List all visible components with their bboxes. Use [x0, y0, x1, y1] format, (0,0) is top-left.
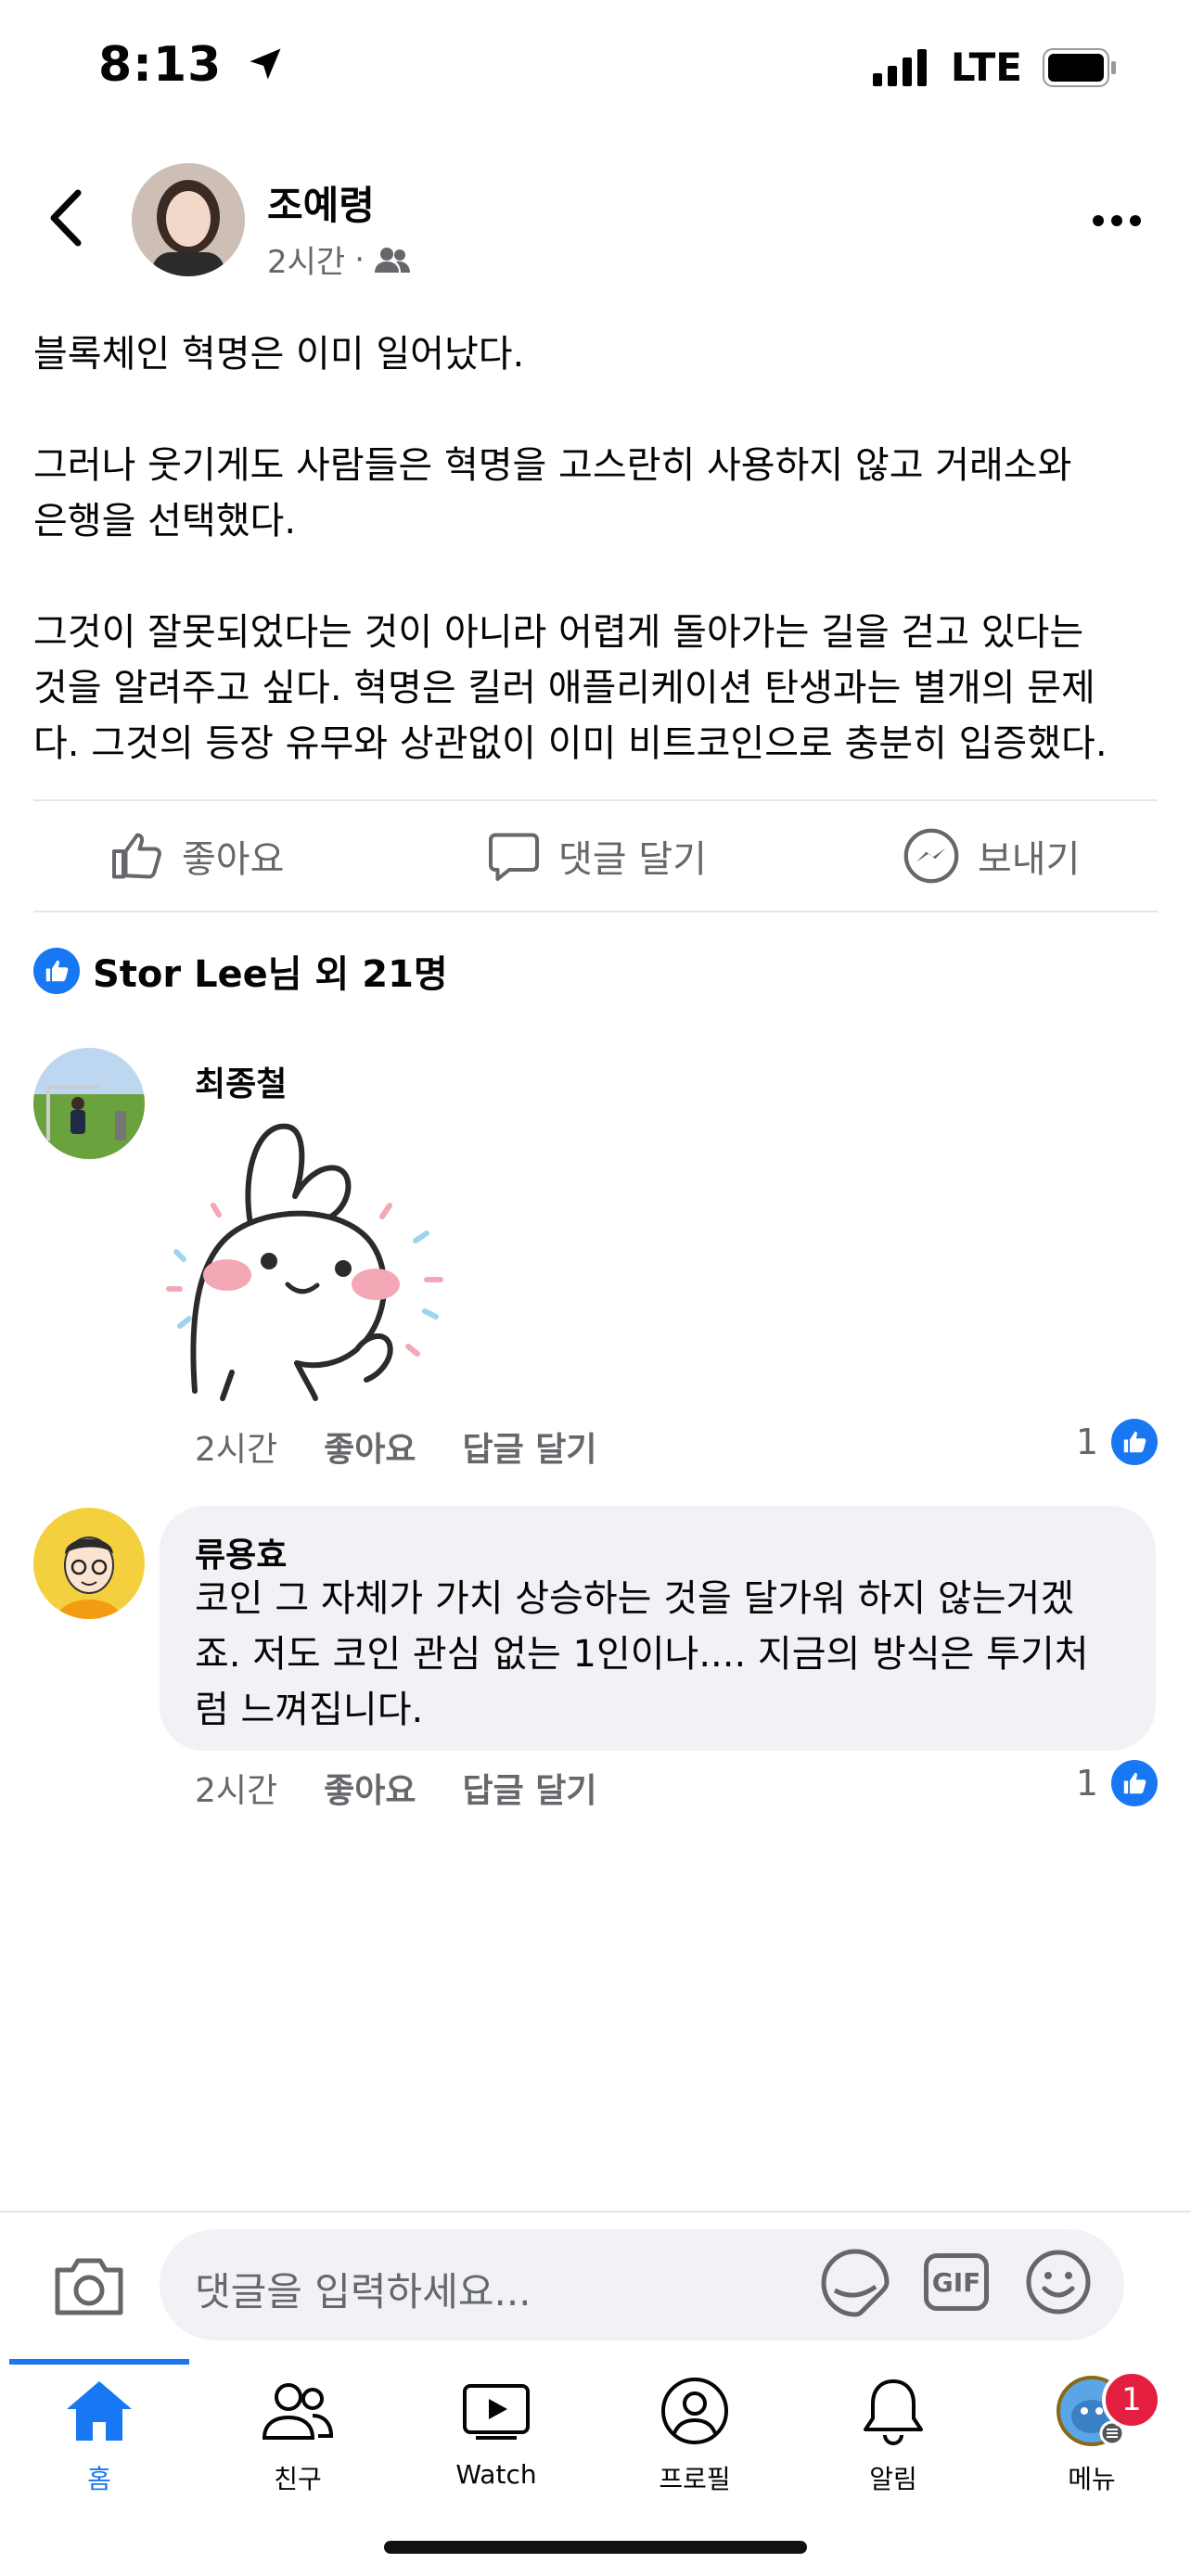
- commenter-name[interactable]: 류용효: [195, 1528, 287, 1576]
- post-line: 은행을 선택했다.: [33, 500, 297, 542]
- comment-line: 코인 그 자체가 가치 상승하는 것을 달가워 하지 않는거겠: [195, 1577, 1075, 1620]
- comment-text: 코인 그 자체가 가치 상승하는 것을 달가워 하지 않는거겠 죠. 저도 코인…: [195, 1571, 1141, 1738]
- post-line: 그것이 잘못되었다는 것이 아니라 어렵게 돌아가는 길을 걷고 있다는: [33, 611, 1084, 654]
- comment-reply-button[interactable]: 답글 달기: [463, 1422, 597, 1471]
- tab-profile[interactable]: 프로필: [596, 2374, 794, 2496]
- watch-icon: [463, 2384, 530, 2440]
- gif-button[interactable]: GIF: [924, 2253, 989, 2311]
- send-label: 보내기: [978, 838, 1081, 881]
- comment-time: 2시간: [195, 1431, 278, 1469]
- like-reaction-icon: [1111, 1419, 1158, 1465]
- post-body: 블록체인 혁명은 이미 일어났다. 그러나 웃기게도 사람들은 혁명을 고스란히…: [33, 326, 1165, 772]
- comment-input-placeholder: 댓글을 입력하세요...: [195, 2269, 531, 2315]
- like-reaction-icon: [33, 948, 80, 994]
- like-reaction-icon: [1111, 1760, 1158, 1806]
- reactions-summary[interactable]: Stor Lee님 외 21명: [33, 944, 448, 998]
- post-line: 다. 그것의 등장 유무와 상관없이 이미 비트코인으로 충분히 입증했다.: [33, 722, 1108, 765]
- tab-friends[interactable]: 친구: [198, 2374, 397, 2496]
- more-options-icon[interactable]: [1089, 202, 1145, 239]
- post-time[interactable]: 2시간: [267, 236, 345, 282]
- bell-icon: [864, 2379, 923, 2445]
- comment-bubble-icon: [489, 833, 539, 881]
- comment-like-count[interactable]: 1: [1076, 1419, 1158, 1465]
- like-button[interactable]: 좋아요: [109, 823, 284, 888]
- meta-separator: ·: [354, 240, 365, 278]
- signal-icon: [872, 48, 927, 86]
- comment-line: 럼 느껴집니다.: [195, 1689, 424, 1731]
- comment-like-button[interactable]: 좋아요: [324, 1422, 416, 1471]
- comment-button[interactable]: 댓글 달기: [486, 823, 707, 888]
- emoji-icon[interactable]: [1024, 2248, 1093, 2316]
- divider: [33, 911, 1158, 912]
- back-arrow-icon[interactable]: [43, 185, 89, 250]
- post-line: 것을 알려주고 싶다. 혁명은 킬러 애플리케이션 탄생과는 별개의 문제: [33, 667, 1095, 709]
- like-label: 좋아요: [182, 838, 285, 881]
- reactions-label: Stor Lee님 외 21명: [93, 953, 448, 996]
- post-line: 블록체인 혁명은 이미 일어났다.: [33, 333, 525, 376]
- author-avatar[interactable]: [132, 163, 245, 276]
- post-meta: 2시간 ·: [267, 236, 411, 282]
- author-name[interactable]: 조예령: [267, 174, 375, 231]
- comment-line: 죠. 저도 코인 관심 없는 1인이나.... 지금의 방식은 투기처: [195, 1633, 1089, 1676]
- commenter-name[interactable]: 최종철: [195, 1057, 287, 1105]
- comment-reply-button[interactable]: 답글 달기: [463, 1764, 597, 1812]
- comment-time: 2시간: [195, 1772, 278, 1810]
- composer-divider: [0, 2211, 1191, 2213]
- tab-notifications[interactable]: 알림: [794, 2374, 992, 2496]
- menu-notification-badge: 1: [1102, 2370, 1161, 2429]
- comment-label: 댓글 달기: [558, 838, 707, 881]
- sticker-bunny-image: [166, 1123, 443, 1401]
- comment-meta: 2시간 좋아요 답글 달기: [195, 1422, 597, 1471]
- home-indicator: [384, 2541, 807, 2554]
- sticker-icon[interactable]: [820, 2248, 890, 2318]
- profile-icon: [661, 2378, 728, 2444]
- status-time: 8:13: [98, 37, 286, 93]
- commenter-avatar[interactable]: [33, 1048, 145, 1159]
- home-icon: [67, 2381, 132, 2441]
- comment-like-button[interactable]: 좋아요: [324, 1764, 416, 1812]
- thumbs-up-outline-icon: [112, 833, 161, 879]
- tab-menu[interactable]: 메뉴: [992, 2374, 1191, 2496]
- post-line: 그러나 웃기게도 사람들은 혁명을 고스란히 사용하지 않고 거래소와: [33, 444, 1072, 487]
- camera-icon[interactable]: [52, 2253, 126, 2318]
- tab-home[interactable]: 홈: [0, 2374, 198, 2496]
- divider: [33, 799, 1158, 801]
- network-label: LTE: [950, 45, 1022, 90]
- active-tab-indicator: [9, 2359, 189, 2365]
- status-indicators: LTE: [872, 45, 1117, 90]
- location-arrow-icon: [250, 48, 281, 80]
- messenger-icon: [903, 828, 959, 884]
- comment-meta: 2시간 좋아요 답글 달기: [195, 1764, 597, 1812]
- send-button[interactable]: 보내기: [902, 823, 1080, 888]
- tab-watch[interactable]: Watch: [397, 2374, 596, 2490]
- friends-icon: [262, 2383, 334, 2440]
- comment-like-count[interactable]: 1: [1076, 1760, 1158, 1806]
- commenter-avatar[interactable]: [33, 1508, 145, 1619]
- friends-audience-icon: [375, 247, 411, 273]
- battery-icon: [1043, 47, 1116, 87]
